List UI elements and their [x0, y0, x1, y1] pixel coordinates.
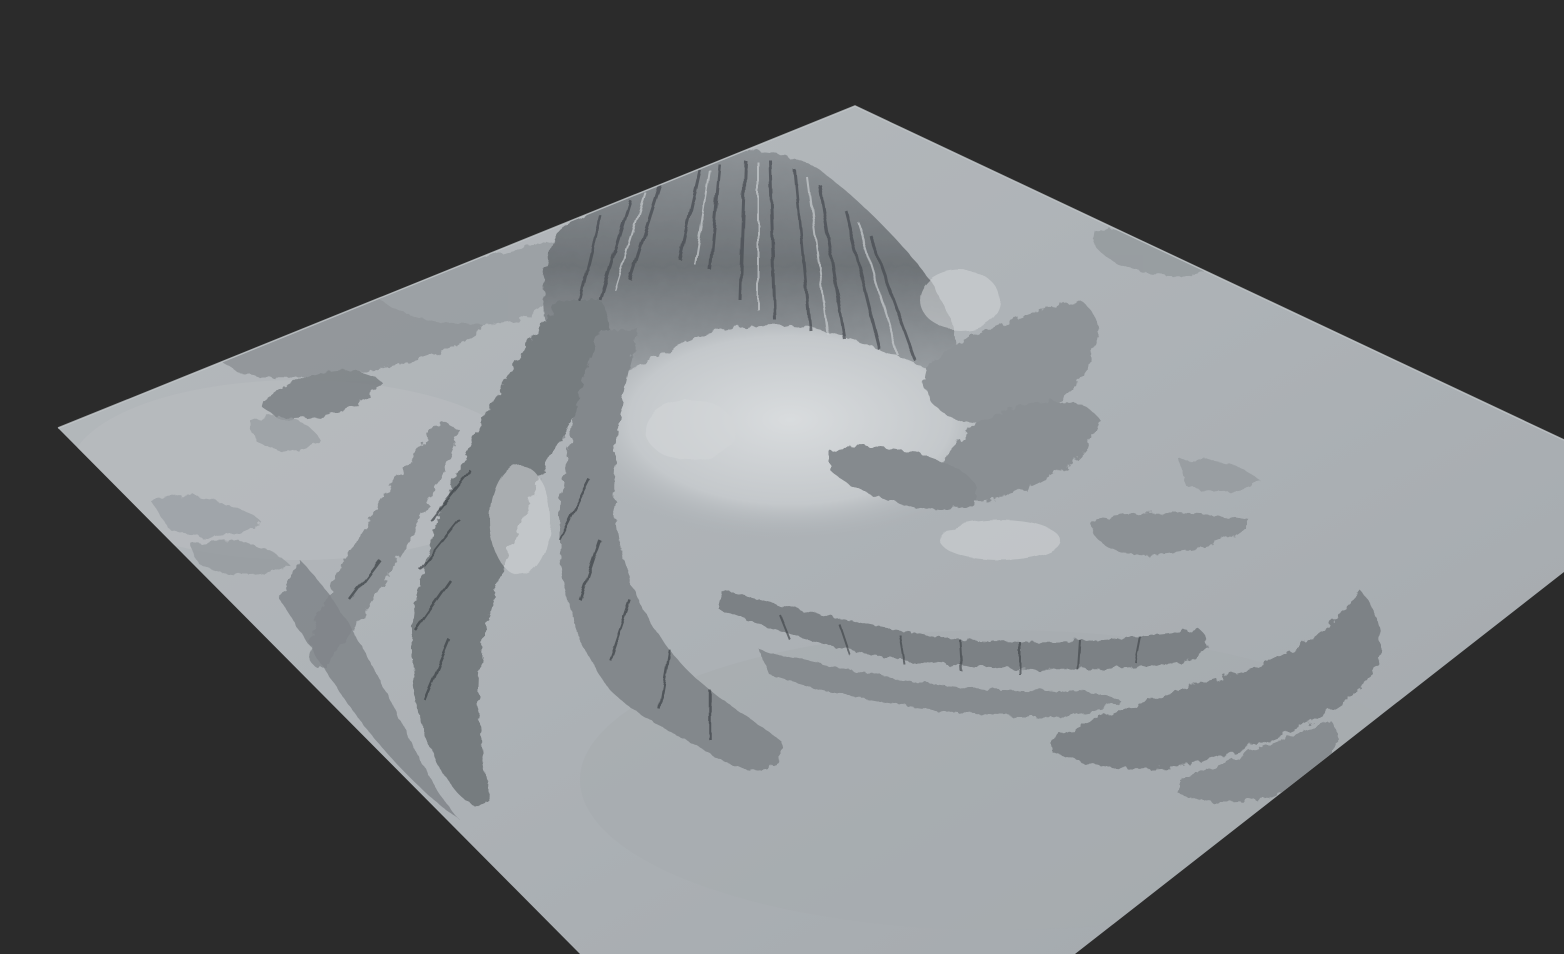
3d-viewport[interactable] — [0, 0, 1564, 954]
terrain-render — [57, 105, 1564, 954]
